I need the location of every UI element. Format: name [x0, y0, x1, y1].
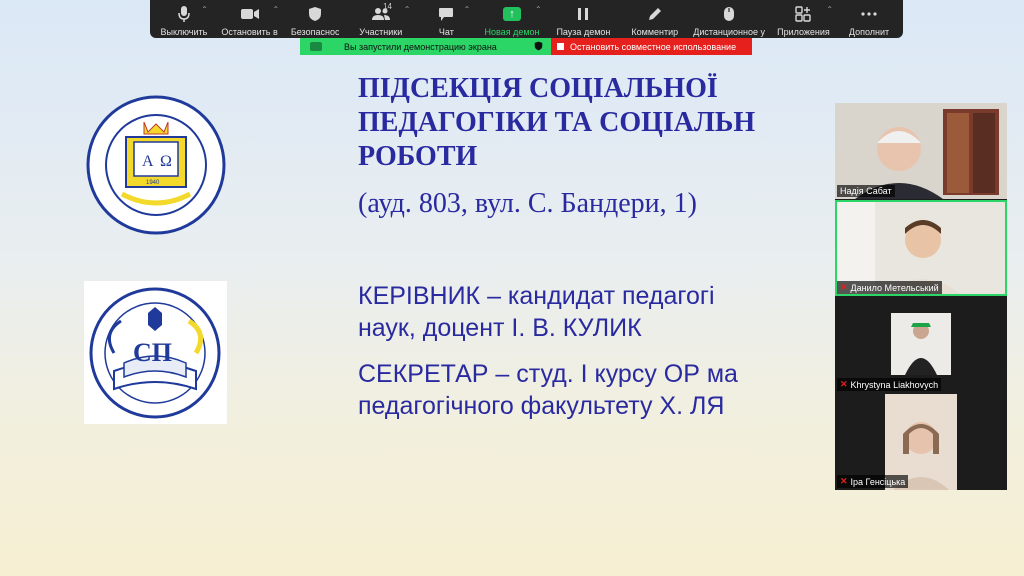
pause-icon — [573, 5, 593, 23]
mic-muted-icon: ✕ — [840, 476, 848, 486]
chevron-up-icon[interactable]: ⌃ — [535, 5, 542, 14]
screen-share-icon — [310, 42, 322, 51]
slide-secretary-text: СЕКРЕТАР – студ. І курсу ОР ма педагогіч… — [358, 360, 738, 420]
pause-share-button[interactable]: Пауза демон — [548, 0, 619, 38]
remote-control-button[interactable]: Дистанционное у — [691, 0, 768, 38]
participant-count: 14 — [383, 2, 392, 11]
share-screen-icon: ↑ — [502, 5, 522, 23]
new-share-button[interactable]: ↑ ⌃ Новая демон — [476, 0, 547, 38]
logo-letter-alpha: А — [142, 153, 154, 170]
mic-muted-icon: ✕ — [840, 282, 848, 292]
chevron-up-icon[interactable]: ⌃ — [464, 5, 471, 14]
annotate-button[interactable]: Комментир — [619, 0, 690, 38]
slide-title: ПІДСЕКЦІЯ СОЦІАЛЬНОЇ ПЕДАГОГІКИ ТА СОЦІА… — [358, 73, 756, 172]
more-dots-icon — [859, 5, 879, 23]
video-tile-active-speaker[interactable]: ✕ Данило Метельський — [835, 200, 1007, 296]
more-button[interactable]: Дополнит — [839, 0, 899, 38]
participant-name: ✕ Іра Генсіцька — [837, 475, 909, 488]
chat-bubble-icon — [436, 5, 456, 23]
share-status-text: Вы запустили демонстрацию экрана — [344, 41, 497, 52]
pencil-icon — [645, 5, 665, 23]
stop-icon — [557, 43, 564, 50]
stop-video-button[interactable]: ⌃ Остановить в — [214, 0, 285, 38]
chevron-up-icon[interactable]: ⌃ — [273, 5, 280, 14]
video-camera-icon — [240, 5, 260, 23]
participant-name: ✕ Khrystyna Liakhovych — [837, 378, 942, 391]
mic-muted-icon: ✕ — [840, 379, 848, 389]
microphone-icon — [174, 5, 194, 23]
logo-letters: СП — [133, 338, 172, 367]
mouse-icon — [719, 5, 739, 23]
meeting-toolbar: ⌃ Выключить ⌃ Остановить в Безопаснос 14… — [150, 0, 903, 38]
security-button[interactable]: Безопаснос — [285, 0, 345, 38]
stop-share-label: Остановить совместное использование — [570, 41, 737, 52]
chevron-up-icon[interactable]: ⌃ — [404, 5, 411, 14]
participant-name: Надія Сабат — [837, 185, 895, 197]
chevron-up-icon[interactable]: ⌃ — [201, 5, 208, 14]
mute-button[interactable]: ⌃ Выключить — [154, 0, 214, 38]
department-logo: СП — [84, 281, 227, 424]
chevron-up-icon[interactable]: ⌃ — [826, 5, 833, 14]
apps-button[interactable]: ⌃ Приложения — [768, 0, 839, 38]
participants-button[interactable]: 14 ⌃ Участники — [345, 0, 416, 38]
video-tile[interactable]: ✕ Іра Генсіцька — [835, 394, 1007, 490]
logo-letter-omega: Ω — [160, 153, 172, 170]
apps-icon — [793, 5, 813, 23]
logo-year: 1940 — [146, 180, 160, 186]
participant-name: ✕ Данило Метельський — [837, 281, 942, 294]
video-tile[interactable]: Надія Сабат — [835, 103, 1007, 199]
slide-head-text: КЕРІВНИК – кандидат педагогі наук, доцен… — [358, 282, 715, 342]
chat-button[interactable]: ⌃ Чат — [416, 0, 476, 38]
stop-share-button[interactable]: Остановить совместное использование — [551, 38, 752, 55]
video-tile[interactable]: ✕ Khrystyna Liakhovych — [835, 297, 1007, 393]
video-gallery: Надія Сабат ✕ Данило Метельський ✕ Khrys… — [835, 103, 1007, 490]
share-status-banner: Вы запустили демонстрацию экрана — [300, 38, 551, 55]
slide-address: (ауд. 803, вул. С. Бандери, 1) — [358, 188, 697, 219]
university-logo: А Ω 1940 — [82, 94, 230, 236]
shield-icon — [305, 5, 325, 23]
shield-icon — [534, 41, 543, 53]
